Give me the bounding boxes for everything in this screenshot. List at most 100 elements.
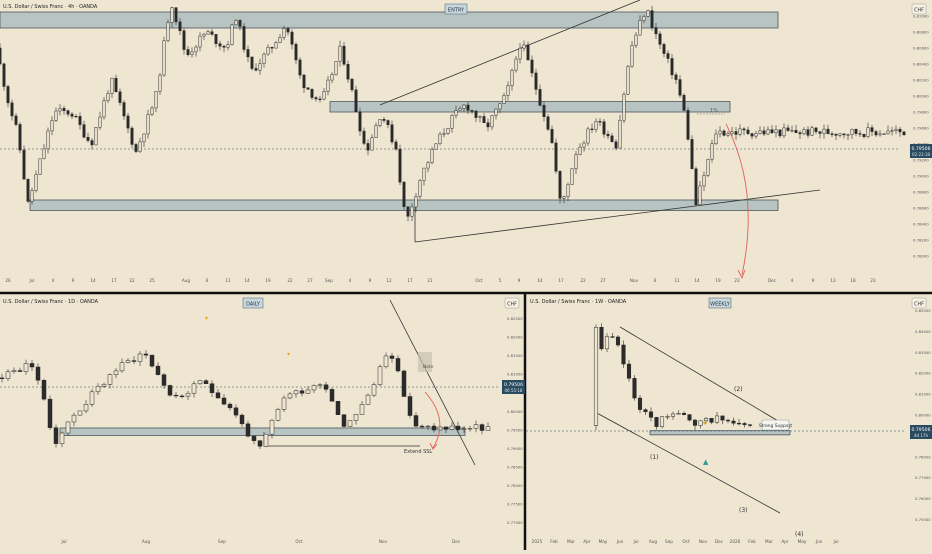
candle [166, 19, 170, 43]
x-tick-label: Sep [218, 539, 226, 544]
candle [263, 433, 269, 448]
candle [407, 392, 413, 419]
y-tick-label: 0.76000 [915, 496, 931, 501]
d-zone-1[interactable] [59, 427, 466, 436]
y-tick-label: 0.78000 [915, 454, 931, 459]
candle [402, 181, 406, 210]
candle [335, 400, 341, 416]
x-tick-label: 11 [674, 278, 680, 283]
x-tick-label: 22 [580, 278, 586, 283]
y-tick-label: 0.81000 [915, 392, 931, 397]
x-tick-label: 14 [244, 278, 250, 283]
candle [632, 375, 637, 401]
candle [2, 62, 6, 91]
x-tick-label: Aug [649, 539, 658, 544]
x-tick-label: Jun [616, 539, 624, 544]
candle [686, 107, 690, 141]
candle [622, 91, 626, 124]
weekly-wave-4: (4) [795, 531, 804, 538]
x-tick-label: Jul [60, 539, 66, 544]
y-tick-label: 0.78800 [913, 190, 929, 195]
y-tick-label: 0.79000 [913, 174, 929, 179]
w-zone-1[interactable] [649, 430, 791, 436]
x-tick-label: 9 [369, 278, 372, 283]
candle [377, 364, 383, 387]
candle [646, 9, 650, 18]
x-tick-label: Sep [325, 278, 333, 283]
y-tick-label: 0.82500 [507, 316, 523, 321]
x-tick-label: 22 [287, 278, 293, 283]
weekly-marker-teal: ▲ [703, 458, 709, 466]
weekly-support-label: Strong Support [759, 423, 793, 429]
h4-zone-note: 1% [710, 108, 718, 114]
y-tick-label: 0.79000 [507, 446, 523, 451]
candle [41, 378, 47, 401]
y-tick-label: 0.79500 [507, 427, 523, 432]
y-tick-label: 0.77500 [507, 502, 523, 507]
y-tick-label: 0.75000 [915, 517, 931, 522]
x-tick-label: 2025 [532, 539, 543, 544]
x-tick-label: 4 [791, 278, 794, 283]
y-tick-label: 0.79800 [913, 110, 929, 115]
x-tick-label: Nov [630, 278, 639, 283]
x-tick-label: 4 [52, 278, 55, 283]
x-tick-label: Mar [765, 539, 773, 544]
x-tick-label: 13 [830, 278, 836, 283]
daily-ssl-label: Extend SSL [404, 449, 432, 455]
workspace-background [0, 0, 932, 550]
x-tick-label: 11 [225, 278, 231, 283]
candle [690, 135, 694, 170]
x-tick-label: 19 [265, 278, 271, 283]
candle [149, 354, 155, 368]
h4-symbol-title: U.S. Dollar / Swiss Franc · 4h · OANDA [3, 4, 98, 10]
chart-workspace: 1% U.S. Dollar / Swiss Franc · 4h · OAND… [0, 0, 932, 550]
x-tick-label: 14 [90, 278, 96, 283]
x-tick-label: 25 [149, 278, 155, 283]
x-tick-label: Dec [452, 539, 461, 544]
candle [134, 142, 138, 154]
x-tick-label: 27 [307, 278, 313, 283]
weekly-wave-2: (2) [734, 386, 743, 393]
candle [329, 387, 335, 402]
weekly-price-tag-timer: 4d 17h [914, 433, 928, 438]
x-tick-label: Oct [295, 539, 303, 544]
candle [47, 395, 53, 431]
y-tick-label: 0.79200 [913, 158, 929, 163]
x-tick-label: Oct [682, 539, 690, 544]
candle [281, 395, 287, 412]
y-tick-label: 0.80200 [913, 78, 929, 83]
y-tick-label: 0.85000 [915, 308, 931, 313]
weekly-currency-label: CHF [914, 302, 924, 308]
x-tick-label: Apr [781, 539, 789, 544]
candle [626, 64, 630, 95]
x-tick-label: 9 [812, 278, 815, 283]
candle [659, 416, 665, 429]
x-tick-label: May [599, 539, 608, 544]
x-tick-label: 21 [427, 278, 433, 283]
x-tick-label: Nov [379, 539, 388, 544]
x-tick-label: 27 [600, 278, 606, 283]
x-tick-label: Dec [715, 539, 724, 544]
daily-price-tag-timer: 06:55:18 [505, 388, 523, 393]
weekly-wave-1: (1) [650, 454, 659, 461]
x-tick-label: Aug [142, 539, 151, 544]
x-tick-label: 23 [870, 278, 876, 283]
candle [554, 138, 558, 174]
h4-zone-1[interactable] [0, 11, 779, 29]
x-tick-label: Sep [665, 539, 673, 544]
y-tick-label: 0.82000 [507, 335, 523, 340]
candle [341, 413, 347, 428]
x-tick-label: 2026 [730, 539, 741, 544]
x-tick-label: Nov [699, 539, 708, 544]
candle [250, 56, 254, 71]
daily-zone-note: Note [423, 364, 434, 370]
h4-zone-2[interactable] [329, 101, 731, 113]
x-tick-label: 6 [654, 278, 657, 283]
y-tick-label: 0.80000 [915, 413, 931, 418]
candle [242, 23, 246, 53]
candle [354, 85, 358, 113]
y-tick-label: 0.80800 [913, 30, 929, 35]
x-tick-label: Oct [475, 278, 483, 283]
x-tick-label: Apr [583, 539, 591, 544]
x-tick-label: 12 [386, 278, 392, 283]
